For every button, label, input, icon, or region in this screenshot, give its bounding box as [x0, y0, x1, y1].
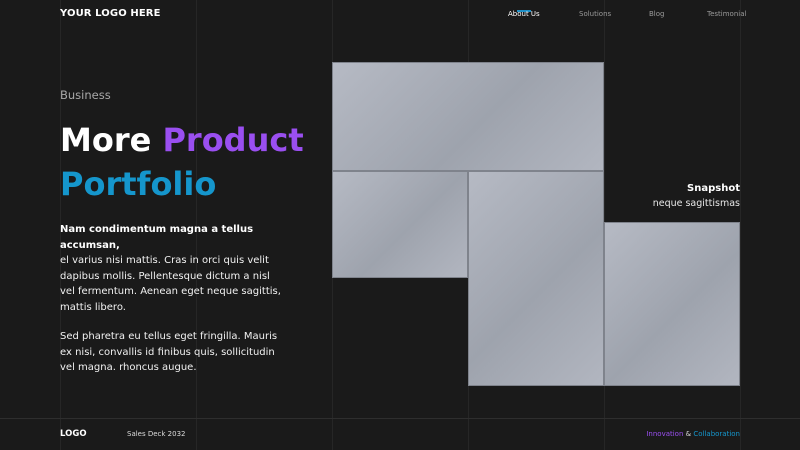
nav-solutions[interactable]: Solutions: [579, 10, 611, 18]
nav-testimonial[interactable]: Testimonial: [707, 10, 746, 18]
image-placeholder-small: [332, 171, 468, 278]
headline-word-portfolio: Portfolio: [60, 165, 217, 203]
body-lead: Nam condimentum magna a tellus accumsan,: [60, 224, 254, 251]
headline-word-product: Product: [162, 121, 304, 159]
footer-tagline: Innovation & Collaboration: [646, 430, 740, 438]
body-paragraph-2: Sed pharetra eu tellus eget fringilla. M…: [60, 331, 278, 373]
headline-word-more: More: [60, 121, 152, 159]
image-placeholder-tall: [468, 171, 604, 386]
footer-tag-amp: &: [685, 430, 692, 438]
top-nav: About Us Solutions Blog Testimonial: [0, 10, 800, 24]
nav-blog[interactable]: Blog: [649, 10, 664, 18]
page-title: More Product Portfolio: [60, 118, 340, 206]
image-placeholder-wide: [332, 62, 604, 171]
footer-deck-label: Sales Deck 2032: [127, 430, 186, 438]
snapshot-subtitle: neque sagittismas: [652, 198, 740, 209]
grid-line: [740, 0, 741, 450]
snapshot-title: Snapshot: [687, 183, 740, 194]
footer-tag-innovation: Innovation: [646, 430, 684, 438]
image-placeholder-right: [604, 222, 740, 386]
nav-about-us[interactable]: About Us: [508, 10, 540, 18]
body-paragraph-1: el varius nisi mattis. Cras in orci quis…: [60, 255, 281, 313]
footer-tag-collaboration: Collaboration: [693, 430, 740, 438]
eyebrow-label: Business: [60, 88, 111, 102]
footer-divider: [0, 418, 800, 419]
footer-logo[interactable]: LOGO: [60, 429, 87, 439]
